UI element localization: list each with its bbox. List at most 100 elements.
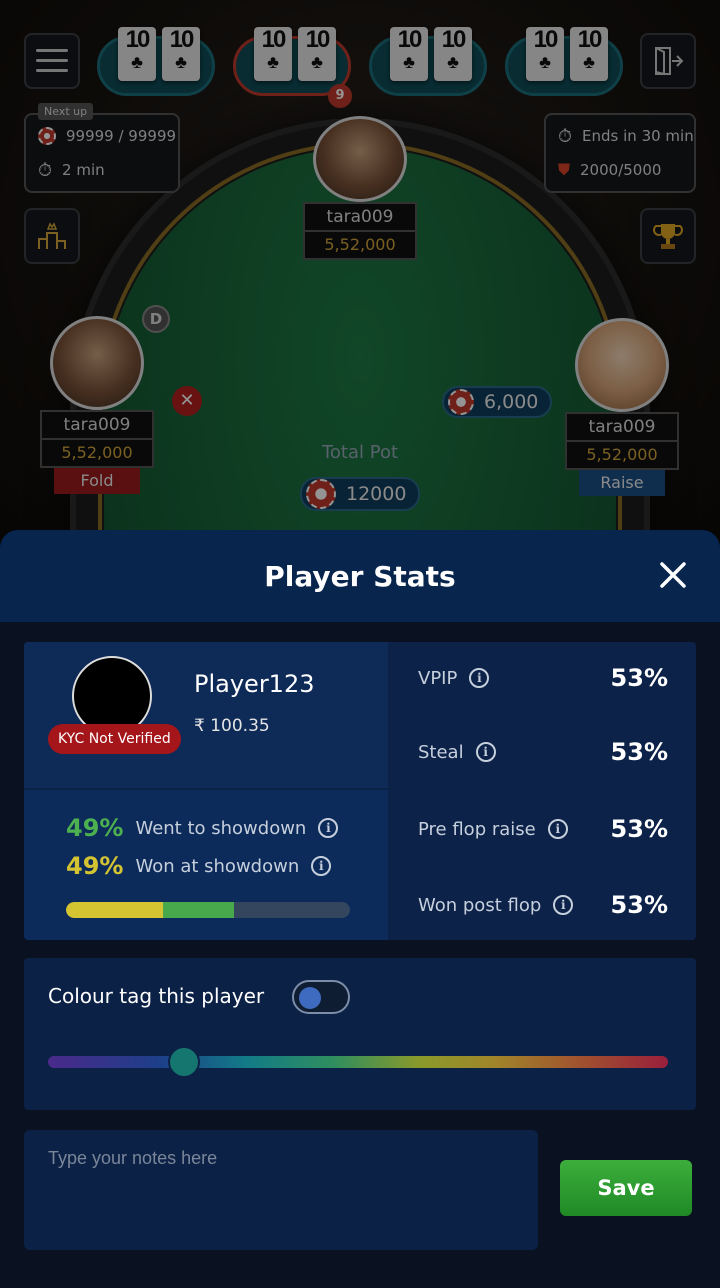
kyc-status-badge: KYC Not Verified [48, 724, 181, 754]
fold-x-icon: ✕ [172, 386, 202, 416]
hamburger-icon [36, 49, 68, 72]
player-avatar [313, 116, 407, 202]
podium-icon [38, 222, 66, 249]
player-avatar [575, 318, 669, 412]
info-icon[interactable]: i [547, 819, 568, 839]
seat-right[interactable]: tara009 5,52,000 Raise [565, 318, 679, 496]
stat-value: 53% [610, 815, 668, 843]
went-to-showdown-row: 49% Went to showdown i [66, 814, 339, 842]
card: 10 ♣ [162, 27, 200, 81]
card: 10 ♣ [526, 27, 564, 81]
exit-door-icon [655, 47, 684, 76]
trophy-button[interactable] [640, 208, 696, 264]
player-profile: KYC Not Verified Player123 ₹ 100.35 [24, 642, 388, 788]
toggle-knob [299, 987, 321, 1009]
seat-name: tara009 [40, 410, 154, 440]
info-icon[interactable]: i [311, 856, 332, 876]
trophy-icon [653, 224, 683, 249]
showdown-stats: 49% Went to showdown i 49% Won at showdo… [24, 790, 388, 940]
notes-input[interactable] [24, 1130, 538, 1250]
sheet-header: Player Stats [0, 530, 720, 622]
table-switch-3[interactable]: 10 ♣ 10 ♣ [369, 27, 487, 96]
colour-tag-panel: Colour tag this player [24, 958, 696, 1110]
card: 10 ♣ [390, 27, 428, 81]
stat-row-won-post-flop: Won post flop i 53% [390, 870, 696, 940]
player-stats-sheet: Player Stats KYC Not Verified Player123 … [0, 530, 720, 1288]
stats-panel: KYC Not Verified Player123 ₹ 100.35 49% … [24, 642, 696, 940]
won-at-showdown-row: 49% Won at showdown i [66, 852, 332, 880]
blind-timer: 2 min [62, 161, 105, 179]
stat-value: 53% [610, 664, 668, 692]
card: 10 ♣ [434, 27, 472, 81]
won-at-showdown-label: Won at showdown [135, 855, 300, 877]
went-to-showdown-pct: 49% [66, 814, 124, 842]
seat-top[interactable]: tara009 5,52,000 [303, 116, 417, 260]
info-icon[interactable]: i [475, 742, 496, 762]
stat-row-pre-flop-raise: Pre flop raise i 53% [390, 790, 696, 868]
colour-tag-label: Colour tag this player [48, 984, 265, 1008]
seat-left[interactable]: tara009 5,52,000 Fold [40, 316, 154, 494]
seat-name: tara009 [565, 412, 679, 442]
stat-label: Won post flop [418, 894, 542, 916]
chip-icon [38, 127, 56, 145]
tournament-info-right: ⏱ Ends in 30 min ⛊ 2000/5000 [544, 113, 696, 193]
chip-count: 99999 / 99999 [66, 127, 177, 145]
timer-icon: ⏱ [558, 125, 573, 147]
bet-amount: 6,000 [484, 391, 539, 413]
timer-icon: ⏱ [38, 159, 53, 181]
close-button[interactable] [656, 558, 690, 592]
seat-action: Raise [579, 470, 665, 496]
card: 10 ♣ [254, 27, 292, 81]
colour-tag-toggle[interactable] [292, 980, 350, 1014]
seat-chips: 5,52,000 [303, 232, 417, 260]
game-table-area: 10 ♣ 10 ♣ 10 ♣ 10 ♣ 9 10 ♣ 10 ♣ 10 ♣ 10 ♣ 99999 … [0, 0, 720, 560]
player-name: Player123 [194, 670, 315, 698]
tournament-info-left: 99999 / 99999 ⏱ 2 min [24, 113, 180, 193]
save-button[interactable]: Save [560, 1160, 692, 1216]
pot-pill: 12000 [300, 477, 421, 511]
stat-row-vpip: VPIP i 53% [390, 642, 696, 714]
slider-handle[interactable] [168, 1046, 200, 1078]
pot-value: 12000 [346, 483, 407, 505]
chip-icon [306, 479, 336, 509]
info-icon[interactable]: i [553, 895, 574, 915]
card: 10 ♣ [570, 27, 608, 81]
seat-name: tara009 [303, 202, 417, 232]
went-to-showdown-label: Went to showdown [135, 817, 307, 839]
colour-spectrum-slider[interactable] [48, 1046, 668, 1078]
player-avatar [50, 316, 144, 410]
sheet-title: Player Stats [264, 559, 456, 593]
ends-in: Ends in 30 min [582, 127, 694, 145]
stat-value: 53% [610, 738, 668, 766]
next-up-label: Next up [38, 103, 94, 120]
stat-row-steal: Steal i 53% [390, 716, 696, 788]
player-rank: 2000/5000 [580, 161, 662, 179]
won-at-showdown-pct: 49% [66, 852, 124, 880]
info-icon[interactable]: i [318, 818, 339, 838]
table-switch-4[interactable]: 10 ♣ 10 ♣ [505, 27, 623, 96]
won-segment [66, 902, 163, 918]
card: 10 ♣ [298, 27, 336, 81]
seat-bet: 6,000 [442, 386, 553, 418]
stat-label: Pre flop raise [418, 818, 536, 840]
rank-shield-icon: ⛊ [558, 160, 571, 179]
seat-chips: 5,52,000 [565, 442, 679, 470]
table-switch-1[interactable]: 10 ♣ 10 ♣ [97, 27, 215, 96]
stat-label: VPIP [418, 667, 458, 689]
menu-button[interactable] [24, 33, 80, 89]
close-icon [660, 562, 686, 588]
card: 10 ♣ [118, 27, 156, 81]
dealer-button: D [142, 305, 170, 333]
info-icon[interactable]: i [469, 668, 490, 688]
showdown-progress-bar [66, 902, 350, 918]
chip-icon [448, 389, 474, 415]
stat-list: VPIP i 53% Steal i 53% Pre flop raise i 53%… [390, 642, 696, 940]
table-notification-badge: 9 [328, 84, 352, 108]
player-balance: ₹ 100.35 [194, 716, 270, 736]
seat-action: Fold [54, 468, 140, 494]
stat-label: Steal [418, 741, 464, 763]
seat-chips: 5,52,000 [40, 440, 154, 468]
leaderboard-button[interactable] [24, 208, 80, 264]
exit-button[interactable] [640, 33, 696, 89]
pot-label: Total Pot [321, 442, 399, 463]
